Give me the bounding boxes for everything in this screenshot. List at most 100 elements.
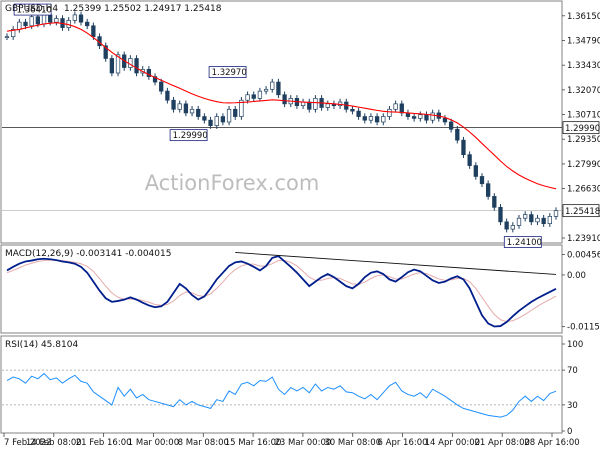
x-tick-label: 6 Apr 16:00 xyxy=(378,438,428,448)
candle-body xyxy=(448,121,454,130)
candle-body xyxy=(183,103,189,114)
candle-body xyxy=(313,98,318,110)
candle-body xyxy=(257,90,263,99)
candle-body xyxy=(356,110,361,117)
candle-body xyxy=(276,81,281,96)
price-tick-label: 1.36150 xyxy=(567,12,600,22)
candle-body xyxy=(485,183,491,197)
macd-tick-label: 0.00456 xyxy=(567,250,600,260)
x-tick-label: 8 Mar 08:00 xyxy=(178,438,229,448)
candle-body xyxy=(553,210,559,217)
chart-window: ActionForex.com 1.36410 1.32970 1.29990 1.2… xyxy=(0,0,600,450)
candle-body xyxy=(41,14,47,25)
rsi-tick-label: 100 xyxy=(567,340,583,350)
candle-body xyxy=(226,108,232,123)
candle-body xyxy=(362,116,367,121)
price-tag-label: 1.25418 xyxy=(565,207,600,217)
candle-body xyxy=(85,21,90,27)
candle-body xyxy=(4,36,10,39)
candle-body xyxy=(455,128,460,141)
candle-body xyxy=(270,81,275,90)
annotation-label: 1.32970 xyxy=(212,68,247,78)
candle-body xyxy=(35,16,40,25)
candle-body xyxy=(541,217,546,225)
rsi-tick-label: 30 xyxy=(567,401,578,411)
price-tick-label: 1.23910 xyxy=(567,234,600,244)
chart-header: GBPUSD,H4 1.25399 1.25502 1.24917 1.2541… xyxy=(5,4,222,14)
candle-body xyxy=(196,108,201,117)
candle-body xyxy=(17,21,22,30)
candle-body xyxy=(245,94,250,101)
x-tick-label: 14 Apr 00:00 xyxy=(425,438,480,448)
candle-body xyxy=(214,116,219,126)
candle-body xyxy=(399,103,404,114)
candle-body xyxy=(23,21,28,27)
candle-body xyxy=(529,214,534,223)
watermark: ActionForex.com xyxy=(145,171,320,195)
candle-body xyxy=(282,94,287,105)
x-tick-label: 21 Feb 16:00 xyxy=(76,438,132,448)
candle-body xyxy=(547,216,552,225)
candle-body xyxy=(473,165,478,177)
candle-body xyxy=(461,139,466,156)
rsi-tick-label: 0 xyxy=(567,427,572,437)
candle-body xyxy=(78,14,84,23)
candle-body xyxy=(177,103,182,110)
candle-body xyxy=(134,58,139,74)
symbol-text: GBPUSD,H4 xyxy=(5,4,58,14)
candle-body xyxy=(325,103,330,108)
candle-body xyxy=(424,114,429,121)
x-tick-label: 1 Mar 00:00 xyxy=(128,438,179,448)
x-tick-label: 14 Feb 08:00 xyxy=(26,438,82,448)
price-tick-label: 1.33430 xyxy=(567,61,600,71)
x-tick-label: 21 Apr 08:00 xyxy=(474,438,529,448)
candle-body xyxy=(233,108,238,117)
candle-body xyxy=(492,196,497,208)
candle-body xyxy=(48,14,53,23)
candle-body xyxy=(91,25,96,38)
candle-body xyxy=(393,103,398,110)
chart-svg: ActionForex.com 1.364101.329701.299901.2… xyxy=(0,0,600,448)
candle-body xyxy=(251,94,256,99)
price-tick-label: 1.29350 xyxy=(567,135,600,145)
candle-body xyxy=(208,119,213,126)
price-tick-label: 1.34790 xyxy=(567,36,600,46)
price-tick-label: 1.27990 xyxy=(567,160,600,170)
price-panel xyxy=(0,0,563,244)
candle-body xyxy=(54,18,59,23)
rsi-tick-label: 70 xyxy=(567,366,578,376)
candle-body xyxy=(516,217,522,226)
x-tick-label: 23 Mar 00:00 xyxy=(275,438,332,448)
x-tick-label: 30 Mar 08:00 xyxy=(324,438,381,448)
candle-body xyxy=(109,58,115,74)
candle-body xyxy=(128,58,133,68)
candle-body xyxy=(350,108,355,112)
candle-body xyxy=(220,116,226,123)
candle-body xyxy=(504,221,509,230)
candle-body xyxy=(510,225,515,230)
candle-body xyxy=(442,118,448,123)
candle-body xyxy=(523,214,528,219)
price-tick-label: 1.26630 xyxy=(567,185,600,195)
x-tick-label: 28 Apr 16:00 xyxy=(524,438,579,448)
symbol-label: GBPUSD,H4 1.25399 1.25502 1.24917 1.2541… xyxy=(5,4,222,14)
candle-body xyxy=(159,81,164,92)
candle-body xyxy=(374,116,380,123)
macd-tick-label: 0.00 xyxy=(567,271,586,281)
annotation-label: 1.24100 xyxy=(507,238,542,248)
candle-body xyxy=(263,88,269,92)
candle-body xyxy=(387,108,392,117)
price-tick-label: 1.32070 xyxy=(567,86,600,96)
candle-body xyxy=(202,116,207,121)
annotation-label: 1.29990 xyxy=(173,131,208,141)
macd-tick-label: -0.011529 xyxy=(567,323,600,333)
candle-body xyxy=(411,116,417,119)
candle-body xyxy=(29,16,34,27)
candle-body xyxy=(418,114,423,119)
candle-body xyxy=(381,116,386,123)
candle-body xyxy=(72,14,78,21)
candle-body xyxy=(430,112,435,121)
candle-body xyxy=(479,176,485,185)
rsi-title: RSI(14) 45.8104 xyxy=(5,340,78,350)
candle-body xyxy=(535,217,540,223)
